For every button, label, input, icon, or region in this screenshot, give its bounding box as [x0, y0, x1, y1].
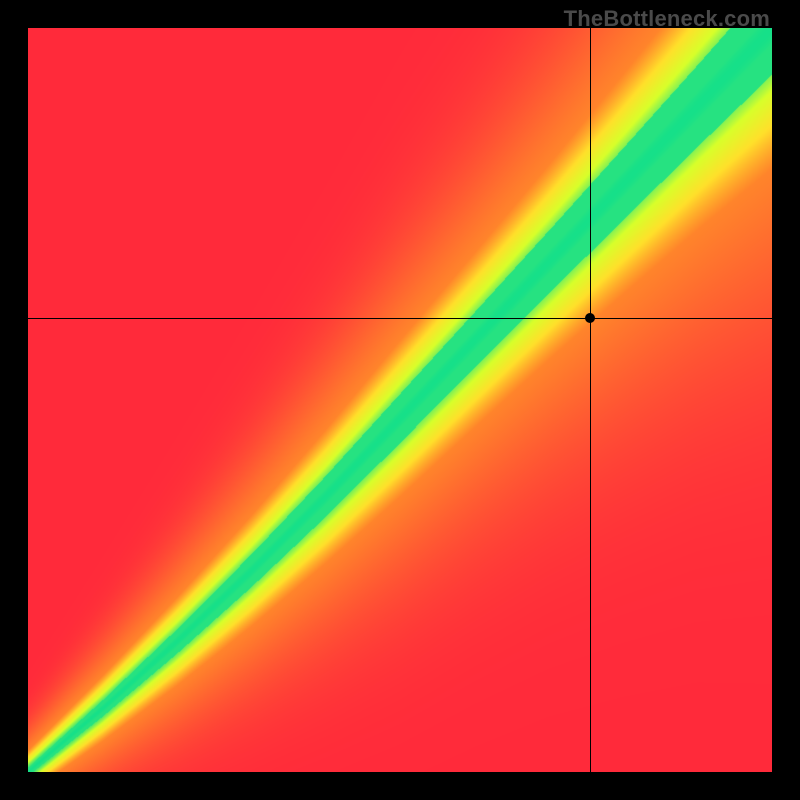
crosshair-vertical — [590, 28, 591, 772]
marker-dot — [585, 313, 595, 323]
heatmap-plot — [28, 28, 772, 772]
chart-container: TheBottleneck.com — [0, 0, 800, 800]
heatmap-canvas — [28, 28, 772, 772]
crosshair-horizontal — [28, 318, 772, 319]
watermark-text: TheBottleneck.com — [564, 6, 770, 32]
